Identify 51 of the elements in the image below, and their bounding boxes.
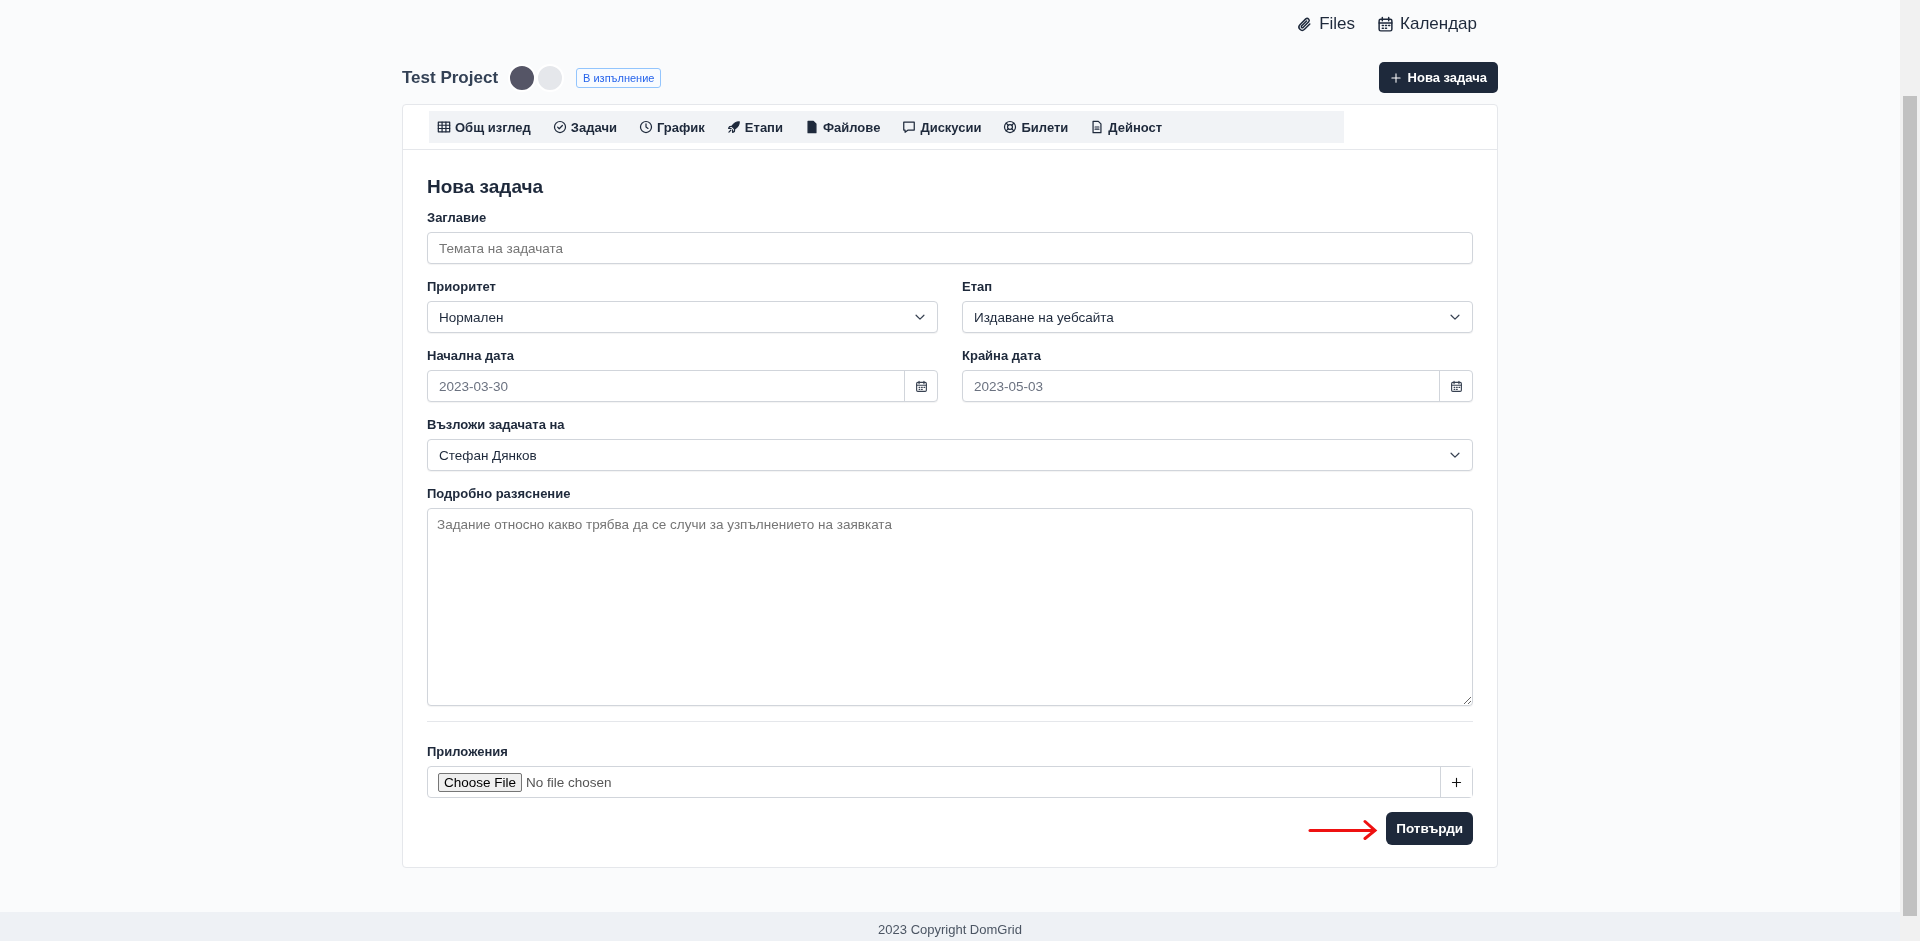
date-field[interactable]: 2023-05-03 [962,370,1473,402]
nav-tab[interactable]: Файлове [804,115,891,139]
field-label: Начална дата [427,348,515,363]
title-input-field[interactable]: Темата на задачата [427,232,1473,264]
nav-tab[interactable]: Билети [1003,115,1079,139]
add-attachment-button[interactable] [1440,767,1472,797]
nav-tab[interactable]: Дискусии [902,115,992,139]
field-label: Приоритет [427,279,496,294]
form-title: Нова задача [427,176,545,198]
nav-tab[interactable]: Задачи [552,115,627,139]
table-icon [437,120,451,134]
avatar[interactable] [508,63,537,92]
project-title: Test Project [402,67,499,88]
plus-icon [1450,775,1463,789]
calendar-icon [1449,379,1463,393]
nav-tab[interactable]: Общ изглед [437,115,541,139]
status-badge: В изпълнение [576,67,662,88]
dropdown-field[interactable]: Издаване на уебсайта [962,301,1473,333]
nav-tab[interactable]: Етапи [726,115,793,139]
submit-button[interactable]: Потвърди [1386,812,1473,845]
field-label: Етап [962,279,993,294]
choose-file-button[interactable]: Choose File [438,772,523,792]
lifebuoy-icon [1003,120,1018,134]
description-text-area[interactable]: Задание относно какво трябва да се случи за узпълнението на заявката [427,508,1473,706]
file-status: No file chosen [526,774,613,790]
nav-tab[interactable]: График [638,115,715,139]
top-link[interactable]: Files [1296,14,1356,34]
plus-icon [1389,71,1402,84]
file-icon [804,120,819,134]
field-label: Подробно разяснение [427,486,571,501]
clock-icon [638,120,653,134]
field-label: Заглавие [427,210,487,225]
check-circle-icon [552,120,567,134]
dropdown-field[interactable]: Нормален [427,301,938,333]
document-icon [1090,120,1105,134]
scrollbar[interactable] [1900,0,1920,941]
nav-tab[interactable]: Дейност [1090,115,1173,139]
calendar-icon [914,379,928,393]
field-label: Възложи задачата на [427,417,565,432]
pointer-arrow [1308,819,1378,840]
new-task-button[interactable]: Нова задача [1378,62,1498,93]
calendar-icon [1377,15,1395,33]
date-field[interactable]: 2023-03-30 [427,370,938,402]
file-input-field[interactable]: Choose File No file chosen [427,766,1473,798]
top-link[interactable]: Календар [1377,14,1477,34]
dropdown-field[interactable]: Стефан Дянков [427,439,1473,471]
field-label: Приложения [427,744,508,759]
field-label: Крайна дата [962,348,1041,363]
copyright-text: 2023 Copyright DomGrid [878,922,1022,937]
speech-bubble-icon [902,120,917,134]
rocket-icon [726,120,741,134]
